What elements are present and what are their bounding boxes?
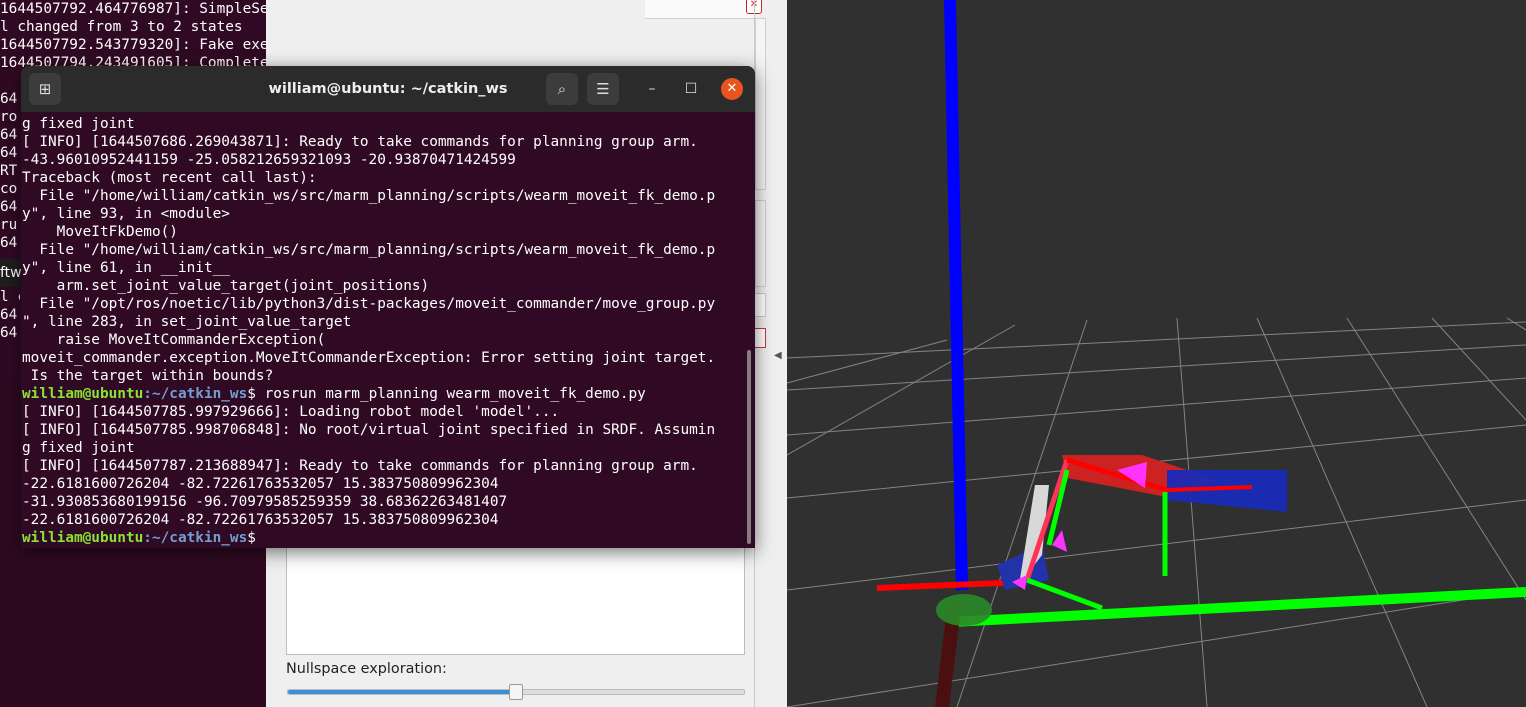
robot-arm bbox=[997, 455, 1287, 611]
search-icon[interactable]: ⌕ bbox=[546, 73, 578, 105]
minimize-icon[interactable]: – bbox=[641, 78, 663, 100]
panel-scrollbar[interactable] bbox=[755, 200, 766, 287]
slider-handle[interactable] bbox=[509, 684, 523, 700]
prompt-path: :~/catkin_ws bbox=[143, 386, 248, 402]
terminal-output[interactable]: g fixed joint [ INFO] [1644507686.269043… bbox=[22, 115, 746, 547]
terminal-line: [ INFO] [1644507785.997929666]: Loading … bbox=[22, 404, 560, 420]
planning-text-area[interactable] bbox=[286, 530, 745, 655]
terminal-line: Traceback (most recent call last): bbox=[22, 170, 317, 186]
collapse-arrow-icon[interactable]: ◀ bbox=[774, 350, 782, 361]
nullspace-exploration-slider[interactable] bbox=[287, 684, 745, 700]
fragment: 64 bbox=[0, 235, 18, 251]
panel-field[interactable] bbox=[754, 293, 766, 317]
prompt-user: william@ubuntu bbox=[22, 530, 144, 546]
z-axis bbox=[944, 0, 968, 591]
prompt-line: william@ubuntu:~/catkin_ws$ rosrun marm_… bbox=[22, 385, 746, 403]
fragment: co bbox=[0, 181, 18, 197]
fragment: ro bbox=[0, 109, 18, 125]
terminal-line: g fixed joint bbox=[22, 440, 135, 456]
terminal-line: [ INFO] [1644507686.269043871]: Ready to… bbox=[22, 134, 698, 150]
fragment: RT bbox=[0, 163, 18, 179]
background-terminal-fragments: 64 ro 64 64 RT co 64 ru 64 l c 64 64 bbox=[0, 90, 20, 350]
nullspace-exploration-label: Nullspace exploration: bbox=[286, 661, 447, 677]
terminal-line: -31.930853680199156 -96.70979585259359 3… bbox=[22, 494, 508, 510]
panel-header-strip bbox=[645, 0, 754, 19]
terminal-line: Is the target within bounds? bbox=[22, 368, 274, 384]
fragment: ru bbox=[0, 217, 18, 233]
terminal-line: File "/home/william/catkin_ws/src/marm_p… bbox=[22, 242, 716, 258]
menu-icon[interactable]: ☰ bbox=[587, 73, 619, 105]
command-text: rosrun marm_planning wearm_moveit_fk_dem… bbox=[255, 386, 646, 402]
y-axis bbox=[951, 587, 1526, 627]
terminal-line: [ INFO] [1644507787.213688947]: Ready to… bbox=[22, 458, 698, 474]
terminal-line: -22.6181600726204 -82.72261763532057 15.… bbox=[22, 512, 499, 528]
terminal-line: y", line 93, in <module> bbox=[22, 206, 230, 222]
terminal-line: moveit_commander.exception.MoveItCommand… bbox=[22, 350, 716, 366]
rviz-3d-viewport[interactable] bbox=[787, 0, 1526, 707]
fragment: l c bbox=[0, 289, 20, 305]
terminal-scrollbar[interactable] bbox=[747, 350, 751, 544]
fragment: 64 bbox=[0, 307, 18, 323]
fragment: 64 bbox=[0, 145, 18, 161]
fragment: 64 bbox=[0, 199, 18, 215]
terminal-line: [ INFO] [1644507785.998706848]: No root/… bbox=[22, 422, 716, 438]
terminal-line: ", line 283, in set_joint_value_target bbox=[22, 314, 352, 330]
terminal-line: File "/opt/ros/noetic/lib/python3/dist-p… bbox=[22, 296, 716, 312]
prompt-user: william@ubuntu bbox=[22, 386, 144, 402]
fragment: 64 bbox=[0, 325, 18, 341]
panel-scrollbar[interactable] bbox=[755, 18, 766, 190]
maximize-icon[interactable]: ☐ bbox=[680, 78, 702, 100]
terminal-line: -43.96010952441159 -25.058212659321093 -… bbox=[22, 152, 516, 168]
panel-field-error[interactable] bbox=[754, 328, 766, 348]
scene-render bbox=[787, 0, 1526, 707]
terminal-line: MoveItFkDemo() bbox=[22, 224, 178, 240]
terminal-line: raise MoveItCommanderException( bbox=[22, 332, 326, 348]
robot-base bbox=[936, 594, 992, 626]
terminal-window[interactable]: ⊞ william@ubuntu: ~/catkin_ws ⌕ ☰ – ☐ ✕ … bbox=[21, 66, 755, 548]
terminal-line: File "/home/william/catkin_ws/src/marm_p… bbox=[22, 188, 716, 204]
slider-fill bbox=[288, 690, 516, 694]
close-icon[interactable]: ✕ bbox=[721, 78, 743, 100]
terminal-line: -22.6181600726204 -82.72261763532057 15.… bbox=[22, 476, 499, 492]
terminal-titlebar[interactable]: ⊞ william@ubuntu: ~/catkin_ws ⌕ ☰ – ☐ ✕ bbox=[21, 66, 755, 112]
prompt-symbol: $ bbox=[247, 530, 256, 546]
terminal-line: g fixed joint bbox=[22, 116, 135, 132]
prompt-line[interactable]: william@ubuntu:~/catkin_ws$ bbox=[22, 529, 746, 547]
terminal-line: arm.set_joint_value_target(joint_positio… bbox=[22, 278, 430, 294]
fragment: 64 bbox=[0, 91, 18, 107]
prompt-symbol: $ bbox=[247, 386, 256, 402]
fragment: 64 bbox=[0, 127, 18, 143]
prompt-path: :~/catkin_ws bbox=[143, 530, 248, 546]
ground-grid bbox=[787, 317, 1526, 707]
terminal-line: y", line 61, in __init__ bbox=[22, 260, 230, 276]
